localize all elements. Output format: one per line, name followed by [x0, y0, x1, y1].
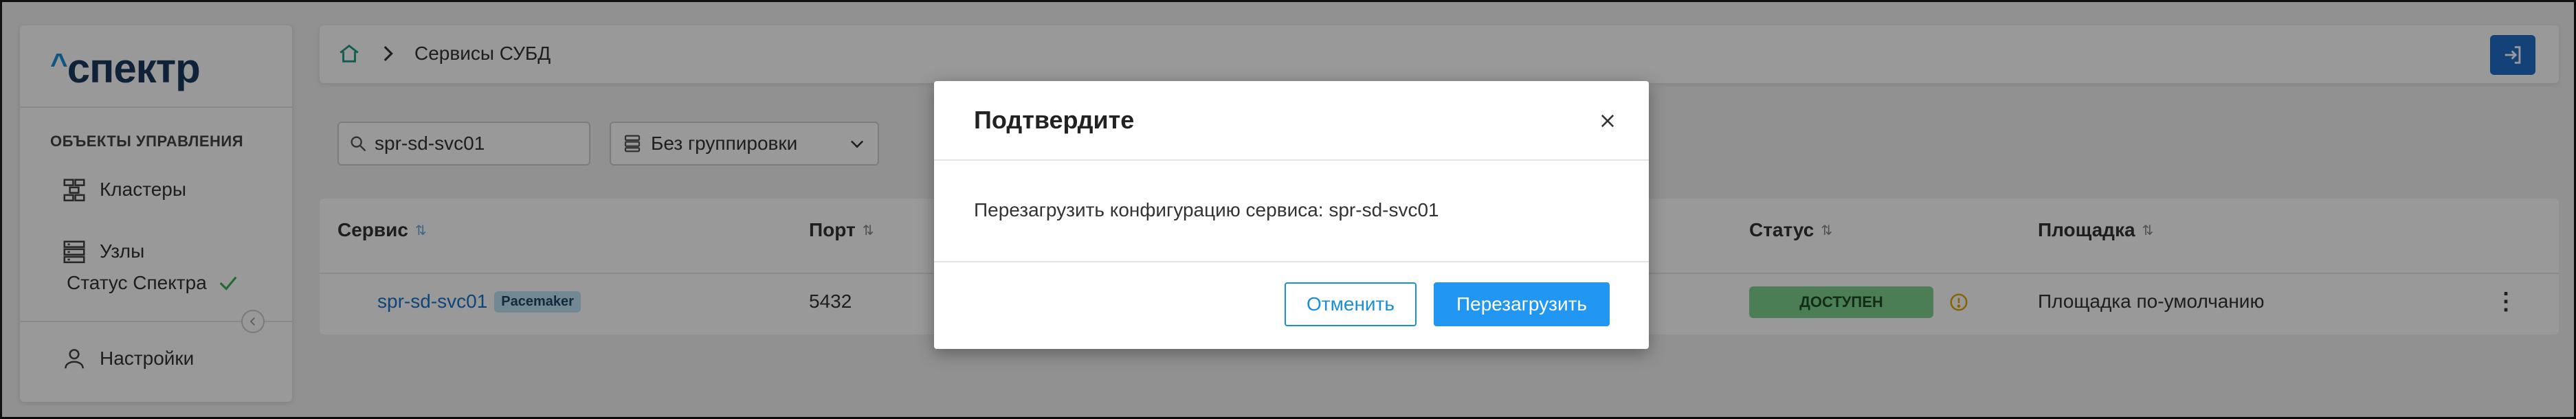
app-frame: ^спектр ОБЪЕКТЫ УПРАВЛЕНИЯ Кластеры Узлы… — [0, 0, 2576, 419]
dialog-title: Подтвердите — [974, 106, 1135, 134]
close-icon — [1601, 114, 1614, 128]
cancel-button[interactable]: Отменить — [1285, 282, 1417, 326]
confirm-dialog: Подтвердите Перезагрузить конфигурацию с… — [934, 81, 1649, 349]
close-button[interactable] — [1595, 109, 1620, 133]
dialog-divider — [934, 159, 1649, 161]
dialog-message: Перезагрузить конфигурацию сервиса: spr-… — [974, 199, 1439, 220]
dialog-divider — [934, 261, 1649, 262]
reload-button[interactable]: Перезагрузить — [1434, 282, 1610, 326]
